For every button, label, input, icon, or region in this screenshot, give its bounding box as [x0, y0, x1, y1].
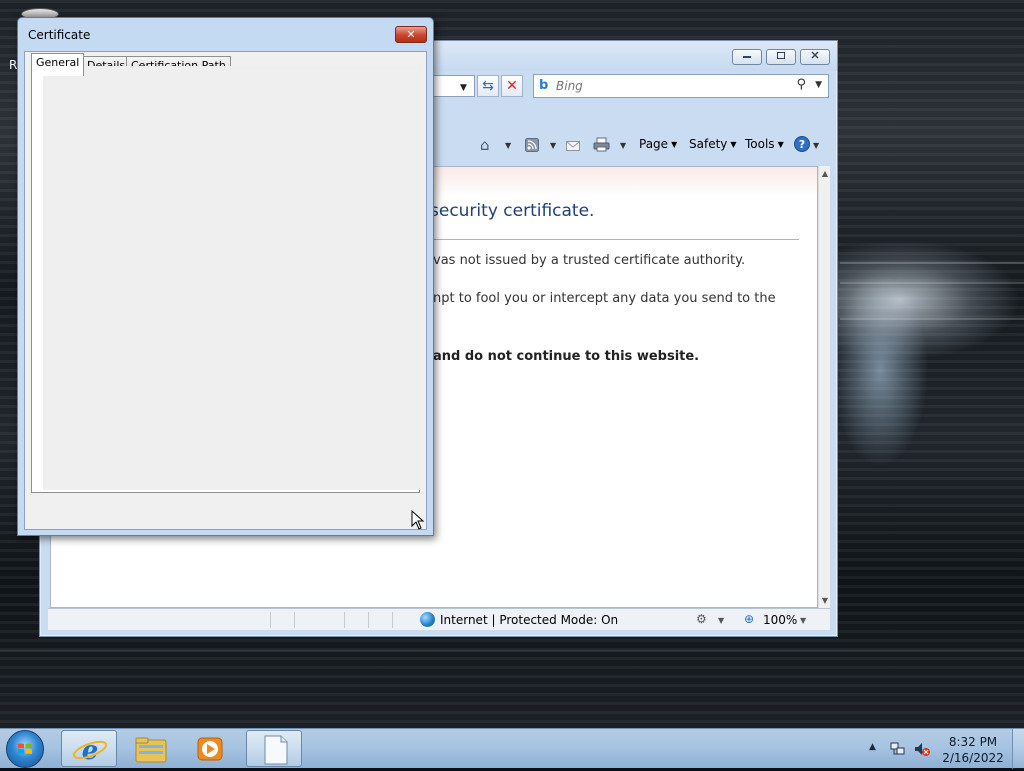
- show-desktop-button[interactable]: [1012, 729, 1024, 769]
- tab-label: General: [36, 56, 80, 69]
- wallpaper-streak: [840, 282, 1024, 284]
- tab-general[interactable]: General: [31, 53, 85, 76]
- safety-menu[interactable]: Safety ▼: [689, 137, 737, 151]
- volume-muted-icon[interactable]: [913, 741, 931, 760]
- bing-logo-icon: b: [539, 78, 549, 93]
- help-icon[interactable]: ?: [794, 136, 810, 156]
- zoom-dropdown-icon[interactable]: ▼: [800, 616, 806, 625]
- clock-date: 2/16/2022: [942, 751, 1004, 765]
- minimize-icon: [743, 56, 751, 58]
- unpainted-region: [43, 66, 421, 490]
- svg-text:?: ?: [799, 138, 805, 151]
- taskbar-media-player-button[interactable]: [182, 730, 238, 767]
- status-separator: [270, 612, 271, 628]
- status-separator: [392, 612, 393, 628]
- print-dropdown-icon[interactable]: ▼: [620, 141, 626, 150]
- stop-icon: ✕: [506, 78, 518, 94]
- search-icon[interactable]: ⚲: [796, 77, 806, 92]
- feeds-dropdown-icon[interactable]: ▼: [550, 141, 556, 150]
- close-icon: [811, 51, 819, 59]
- maximize-button[interactable]: [766, 49, 796, 65]
- chevron-down-icon: ▼: [671, 140, 678, 149]
- close-icon: ✕: [406, 28, 416, 41]
- start-button[interactable]: [6, 730, 44, 768]
- system-clock[interactable]: 8:32 PM 2/16/2022: [940, 734, 1006, 766]
- home-dropdown-icon[interactable]: ▼: [505, 141, 511, 150]
- wallpaper-streak: [840, 262, 1024, 264]
- taskbar: e ▲ 8:32 PM 2/16/2022: [0, 728, 1024, 769]
- security-zone[interactable]: Internet | Protected Mode: On: [440, 613, 618, 627]
- mail-icon[interactable]: [566, 138, 580, 156]
- status-separator: [368, 612, 369, 628]
- divider: [433, 239, 799, 240]
- clock-time: 8:32 PM: [948, 735, 998, 749]
- document-icon: [264, 735, 288, 765]
- dialog-close-button[interactable]: ✕: [395, 26, 427, 43]
- command-bar: ⌂ ▼ ▼ ▼ Page ▼ Safety ▼ Tools ▼ ? ▼: [435, 133, 827, 157]
- windows-logo-icon: [18, 743, 32, 754]
- scroll-up-icon[interactable]: ▲: [820, 169, 830, 178]
- warning-text-3: and do not continue to this website.: [433, 349, 700, 364]
- status-separator: [344, 612, 345, 628]
- stop-button[interactable]: ✕: [501, 75, 523, 97]
- status-bar: Internet | Protected Mode: On ⚙ ▼ ⊕ 100%…: [48, 608, 830, 630]
- vertical-scrollbar[interactable]: ▲ ▼: [818, 166, 830, 608]
- warning-text-2: npt to fool you or intercept any data yo…: [433, 291, 776, 306]
- scroll-down-icon[interactable]: ▼: [820, 596, 830, 605]
- internet-explorer-icon: e: [72, 736, 108, 766]
- search-box[interactable]: b ⚲ ▼: [533, 74, 829, 98]
- tools-menu[interactable]: Tools ▼: [745, 137, 784, 151]
- chevron-down-icon: ▼: [730, 140, 737, 149]
- media-player-icon: [197, 737, 223, 761]
- certificate-dialog: Certificate ✕ General Details Certificat…: [17, 17, 434, 536]
- zoom-icon[interactable]: ⊕: [744, 612, 754, 626]
- refresh-icon: ⇆: [482, 78, 494, 94]
- home-icon[interactable]: ⌂: [480, 136, 490, 154]
- search-input[interactable]: [556, 78, 786, 94]
- internet-globe-icon: [420, 612, 435, 627]
- minimize-button[interactable]: [732, 49, 762, 65]
- address-dropdown-icon[interactable]: ▼: [460, 83, 467, 93]
- restore-icon: [777, 52, 785, 59]
- network-icon[interactable]: [890, 741, 906, 760]
- compatibility-view-button[interactable]: ⇆: [477, 75, 499, 97]
- svg-text:e: e: [82, 736, 99, 766]
- wallpaper-streak: [0, 650, 1024, 652]
- status-separator: [294, 612, 295, 628]
- chevron-down-icon: ▼: [777, 140, 784, 149]
- zoom-level[interactable]: 100%: [763, 613, 797, 627]
- mouse-cursor-icon: [411, 510, 425, 530]
- close-button[interactable]: [800, 49, 830, 65]
- taskbar-certificate-button[interactable]: [246, 730, 302, 767]
- wallpaper-streak: [840, 318, 1024, 320]
- folder-icon: [135, 737, 167, 763]
- tools-menu-label: Tools: [745, 137, 775, 151]
- help-dropdown-icon[interactable]: ▼: [813, 141, 819, 150]
- feeds-icon[interactable]: [525, 138, 539, 156]
- search-dropdown-icon[interactable]: ▼: [815, 80, 822, 90]
- dialog-title: Certificate: [28, 28, 91, 42]
- chevron-down-icon[interactable]: ▼: [718, 616, 724, 625]
- popup-blocker-icon[interactable]: ⚙: [696, 612, 707, 626]
- page-title: security certificate.: [430, 201, 595, 221]
- page-menu[interactable]: Page ▼: [639, 137, 677, 151]
- page-menu-label: Page: [639, 137, 669, 151]
- taskbar-ie-button[interactable]: e: [61, 730, 117, 767]
- safety-menu-label: Safety: [689, 137, 728, 151]
- print-icon[interactable]: [593, 137, 610, 156]
- taskbar-explorer-button[interactable]: [122, 730, 178, 767]
- warning-text-1: vas not issued by a trusted certificate …: [433, 253, 746, 268]
- show-hidden-icons-button[interactable]: ▲: [869, 742, 876, 752]
